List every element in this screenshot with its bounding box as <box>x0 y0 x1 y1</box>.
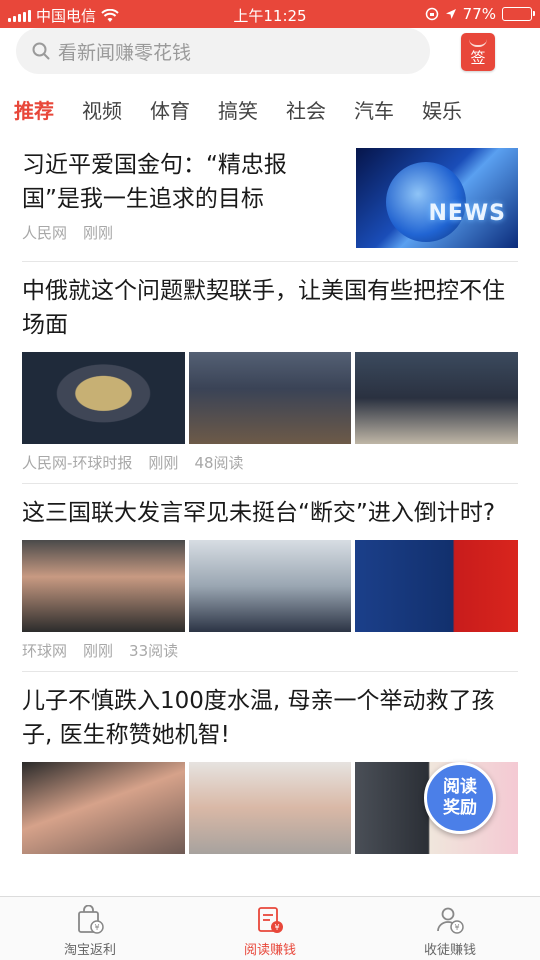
tab-1[interactable]: 视频 <box>82 95 122 124</box>
thumbnail-text: NEWS <box>428 201 506 226</box>
article-source: 环球网 <box>22 642 68 660</box>
article-image <box>188 540 352 632</box>
shopping-bag-icon: ¥ <box>78 905 104 934</box>
battery-icon <box>502 7 535 21</box>
article-card[interactable]: 这三国联大发言罕见未挺台“断交”进入倒计时? 环球网 刚刚 33阅读 <box>22 484 519 672</box>
article-title: 这三国联大发言罕见未挺台“断交”进入倒计时? <box>22 500 496 526</box>
article-time: 刚刚 <box>148 454 179 472</box>
news-feed: 习近平爱国金句：“精忠报国”是我一生追求的目标 人民网 刚刚 NEWS 中俄就这… <box>22 140 519 864</box>
article-image <box>22 762 185 854</box>
tab-0[interactable]: 推荐 <box>14 95 54 124</box>
search-input[interactable]: 看新闻赚零花钱 <box>16 28 430 74</box>
article-card[interactable]: 习近平爱国金句：“精忠报国”是我一生追求的目标 人民网 刚刚 NEWS <box>22 140 518 262</box>
article-title: 中俄就这个问题默契联手，让美国有些把控不住场面 <box>22 278 505 338</box>
news-document-icon: ¥ <box>258 907 283 933</box>
article-source: 人民网 <box>22 224 68 242</box>
article-source: 人民网-环球时报 <box>22 454 133 472</box>
reading-reward-badge[interactable]: 阅读 奖励 <box>424 762 496 834</box>
nav-label: 收徒赚钱 <box>423 943 476 958</box>
svg-text:¥: ¥ <box>274 923 279 932</box>
sign-in-label: 签 <box>470 48 486 67</box>
reward-line-2: 奖励 <box>443 798 477 818</box>
location-icon <box>445 9 456 19</box>
nav-label: 淘宝返利 <box>63 943 116 958</box>
reward-line-1: 阅读 <box>443 777 477 797</box>
svg-text:¥: ¥ <box>94 923 99 932</box>
article-time: 刚刚 <box>83 642 114 660</box>
tab-4[interactable]: 社会 <box>286 95 326 124</box>
article-time: 刚刚 <box>83 224 114 242</box>
article-reads: 48阅读 <box>194 454 244 472</box>
battery-percent: 77% <box>462 5 496 23</box>
tab-5[interactable]: 汽车 <box>354 95 394 124</box>
article-image <box>188 352 352 444</box>
nav-taobao-rebate[interactable]: ¥ 淘宝返利 <box>0 897 180 960</box>
article-card[interactable]: 中俄就这个问题默契联手，让美国有些把控不住场面 人民网-环球时报 刚刚 48阅读 <box>22 262 519 484</box>
article-title: 儿子不慎跌入100度水温, 母亲一个举动救了孩子, 医生称赞她机智! <box>22 688 495 748</box>
article-image <box>22 540 185 632</box>
nav-invite-earn[interactable]: ¥ 收徒赚钱 <box>360 897 540 960</box>
article-meta: 环球网 刚刚 33阅读 <box>22 640 518 661</box>
search-icon <box>32 42 50 60</box>
svg-text:¥: ¥ <box>454 923 459 932</box>
article-images <box>22 540 519 632</box>
article-thumbnail: NEWS <box>356 148 518 248</box>
article-image <box>22 352 185 444</box>
article-image <box>355 540 519 632</box>
orientation-lock-icon <box>425 7 438 21</box>
status-right: 77% <box>425 5 535 23</box>
nav-read-earn[interactable]: ¥ 阅读赚钱 <box>180 897 360 960</box>
tab-2[interactable]: 体育 <box>150 95 190 124</box>
user-icon: ¥ <box>437 907 464 934</box>
category-tabs: 推荐 视频 体育 搞笑 社会 汽车 娱乐 <box>0 86 540 132</box>
sign-in-button[interactable]: 签 <box>461 33 495 71</box>
bottom-nav: ¥ 淘宝返利 ¥ 阅读赚钱 ¥ 收徒赚钱 <box>0 896 540 960</box>
article-title: 习近平爱国金句：“精忠报国”是我一生追求的目标 <box>22 152 287 212</box>
article-meta: 人民网 刚刚 <box>22 222 113 243</box>
article-meta: 人民网-环球时报 刚刚 48阅读 <box>22 452 518 473</box>
article-images <box>22 352 519 444</box>
status-bar: 中国电信 上午11:25 77% <box>0 0 540 28</box>
search-row: 看新闻赚零花钱 签 <box>0 28 540 80</box>
nav-label: 阅读赚钱 <box>243 943 296 958</box>
tab-3[interactable]: 搞笑 <box>218 95 258 124</box>
article-image <box>355 352 519 444</box>
search-placeholder: 看新闻赚零花钱 <box>58 41 192 64</box>
tab-6[interactable]: 娱乐 <box>422 95 462 124</box>
article-image <box>188 762 352 854</box>
article-reads: 33阅读 <box>129 642 179 660</box>
